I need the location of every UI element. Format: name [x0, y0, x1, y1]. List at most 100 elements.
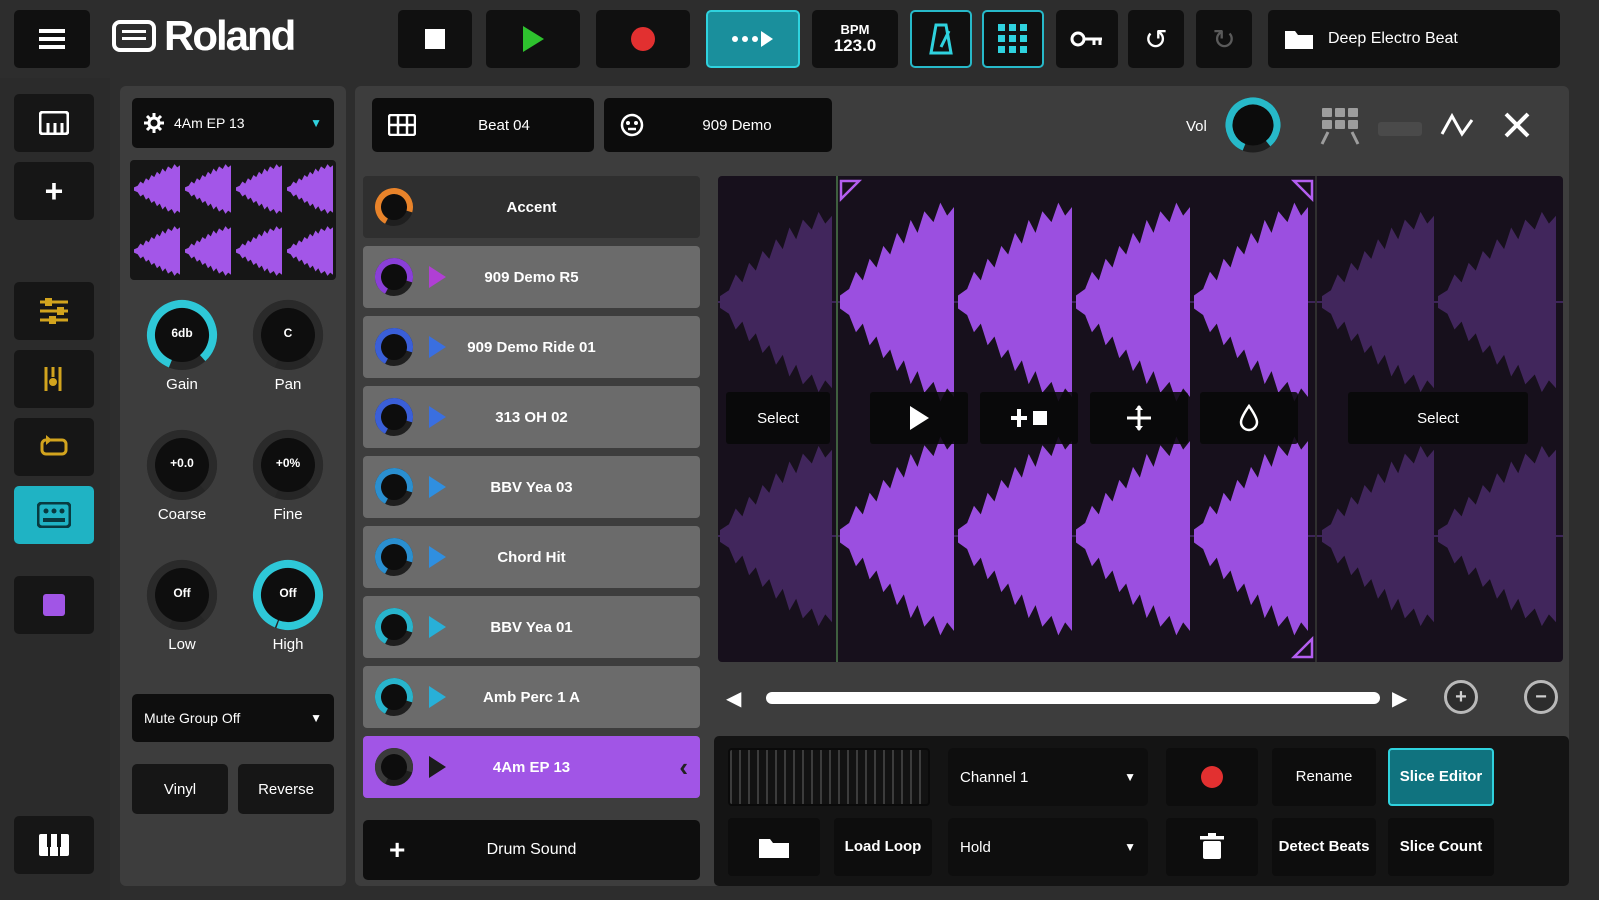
key-lock-button[interactable] [1056, 10, 1118, 68]
track-row-selected[interactable]: 4Am EP 13 ‹ [363, 736, 700, 798]
grid-view-button[interactable] [982, 10, 1044, 68]
close-icon [1502, 110, 1532, 140]
sidebar-item-loop[interactable] [14, 418, 94, 476]
hold-dropdown[interactable]: Hold ▼ [948, 818, 1148, 876]
load-loop-button[interactable]: Load Loop [834, 818, 932, 876]
track-row[interactable]: 909 Demo Ride 01 [363, 316, 700, 378]
open-sample-button[interactable] [728, 818, 820, 876]
sidebar-item-keyboard[interactable] [14, 816, 94, 874]
zoom-in-button[interactable]: + [1444, 680, 1478, 714]
mute-group-dropdown[interactable]: Mute Group Off ▼ [132, 694, 334, 742]
close-button[interactable] [1502, 110, 1532, 145]
app-window: Roland BPM 123.0 [0, 0, 1599, 900]
roland-logo-icon [112, 18, 156, 54]
preview-slice-button[interactable] [870, 392, 968, 444]
coarse-label: Coarse [130, 506, 234, 523]
add-drum-sound-button[interactable]: + Drum Sound [363, 820, 700, 880]
fine-label: Fine [236, 506, 340, 523]
folder-icon [758, 835, 790, 859]
select-right-button[interactable]: Select [1348, 392, 1528, 444]
add-slice-icon [1011, 407, 1047, 429]
undo-button[interactable]: ↺ [1128, 10, 1184, 68]
coarse-value: +0.0 [143, 456, 221, 470]
detect-beats-button[interactable]: Detect Beats [1272, 818, 1376, 876]
main-menu-button[interactable] [14, 10, 90, 68]
track-row-accent[interactable]: Accent [363, 176, 700, 238]
track-row[interactable]: Amb Perc 1 A [363, 666, 700, 728]
fine-knob-unit: +0% Fine [236, 426, 340, 523]
kit-selector-button[interactable]: 909 Demo [604, 98, 832, 152]
select-left-label: Select [757, 410, 799, 427]
sidebar-item-instrument-edit[interactable] [14, 350, 94, 408]
high-value: Off [249, 586, 327, 600]
vinyl-label: Vinyl [164, 781, 196, 798]
channel-dropdown[interactable]: Channel 1 ▼ [948, 748, 1148, 806]
right-arrow-icon: ▶ [1392, 688, 1407, 710]
metronome-icon [928, 23, 954, 55]
redo-button[interactable]: ↻ [1196, 10, 1252, 68]
pan-knob[interactable]: C [249, 296, 327, 374]
track-row[interactable]: 909 Demo R5 [363, 246, 700, 308]
rename-button[interactable]: Rename [1272, 748, 1376, 806]
redo-icon: ↻ [1212, 23, 1235, 56]
low-knob[interactable]: Off [143, 556, 221, 634]
project-button[interactable]: Deep Electro Beat [1268, 10, 1560, 68]
slice-count-button[interactable]: Slice Count [1388, 818, 1494, 876]
sidebar-item-clips[interactable] [14, 576, 94, 634]
play-button[interactable] [486, 10, 580, 68]
zoom-out-icon: − [1535, 686, 1547, 709]
scroll-left-button[interactable]: ◀ [726, 686, 741, 711]
kit-view-button[interactable] [1318, 106, 1362, 151]
vol-knob[interactable] [1222, 94, 1284, 156]
pad-selector-dropdown[interactable]: 4Am EP 13 ▼ [132, 98, 334, 148]
move-slice-button[interactable] [1090, 392, 1188, 444]
plus-icon: + [389, 834, 405, 866]
sidebar-item-browser[interactable] [14, 94, 94, 152]
add-slice-button[interactable] [980, 392, 1078, 444]
stop-button[interactable] [398, 10, 472, 68]
gain-knob-unit: 6db Gain [130, 296, 234, 393]
pan-knob-unit: C Pan [236, 296, 340, 393]
bpm-display[interactable]: BPM 123.0 [812, 10, 898, 68]
metronome-button[interactable] [910, 10, 972, 68]
blend-slice-button[interactable] [1200, 392, 1298, 444]
gear-icon [144, 113, 164, 133]
coarse-knob[interactable]: +0.0 [143, 426, 221, 504]
waveform-scrollbar[interactable] [766, 692, 1380, 704]
browser-icon [39, 111, 69, 135]
slice-editor-button[interactable]: Slice Editor [1388, 748, 1494, 806]
chevron-left-icon[interactable]: ‹ [679, 754, 688, 780]
pattern-selector-button[interactable]: Beat 04 [372, 98, 594, 152]
chevron-down-icon: ▼ [1124, 840, 1136, 854]
track-row[interactable]: BBV Yea 01 [363, 596, 700, 658]
zoom-out-button[interactable]: − [1524, 680, 1558, 714]
delete-sample-button[interactable] [1166, 818, 1258, 876]
sidebar-item-drum-sampler[interactable] [14, 486, 94, 544]
follow-arrow-icon [731, 29, 775, 49]
high-knob[interactable]: Off [249, 556, 327, 634]
track-row[interactable]: BBV Yea 03 [363, 456, 700, 518]
slice-editor-label: Slice Editor [1400, 768, 1483, 785]
play-slice-icon [910, 406, 929, 430]
vinyl-button[interactable]: Vinyl [132, 764, 228, 814]
gain-knob[interactable]: 6db [143, 296, 221, 374]
envelope-view-button[interactable] [1440, 112, 1474, 143]
play-icon [523, 26, 544, 52]
sample-record-button[interactable] [1166, 748, 1258, 806]
fine-knob[interactable]: +0% [249, 426, 327, 504]
sidebar-item-mixer[interactable] [14, 282, 94, 340]
record-button[interactable] [596, 10, 690, 68]
logo-text: Roland [164, 12, 294, 60]
track-row[interactable]: 313 OH 02 [363, 386, 700, 448]
clip-icon [43, 594, 65, 616]
zoom-in-icon: + [1455, 686, 1467, 709]
envelope-icon [1440, 112, 1474, 138]
sidebar-item-add[interactable]: + [14, 162, 94, 220]
select-left-button[interactable]: Select [726, 392, 830, 444]
follow-playhead-button[interactable] [706, 10, 800, 68]
left-sidebar: + [0, 78, 110, 900]
scroll-right-button[interactable]: ▶ [1392, 686, 1407, 711]
reverse-button[interactable]: Reverse [238, 764, 334, 814]
track-row[interactable]: Chord Hit [363, 526, 700, 588]
hamburger-icon [39, 28, 65, 50]
